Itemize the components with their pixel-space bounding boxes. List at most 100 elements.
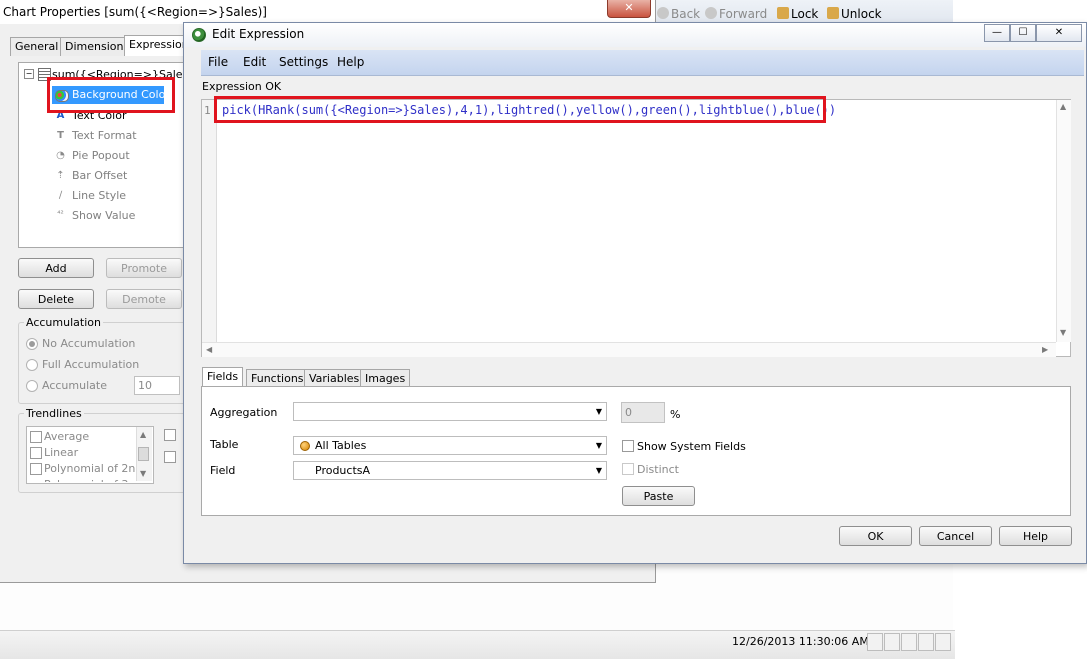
maximize-button[interactable]: ☐ bbox=[1010, 24, 1036, 42]
status-cell bbox=[901, 633, 917, 651]
radio-accumulate[interactable] bbox=[26, 380, 38, 392]
tree-item-text-format[interactable]: Text Format bbox=[72, 129, 137, 142]
menu-settings[interactable]: Settings bbox=[279, 55, 328, 69]
status-datetime: 12/26/2013 11:30:06 AM bbox=[732, 635, 869, 648]
tab-images[interactable]: Images bbox=[360, 369, 411, 387]
scroll-down-icon[interactable]: ▼ bbox=[1060, 328, 1066, 337]
scroll-left-icon[interactable]: ◀ bbox=[206, 345, 212, 354]
paste-button[interactable]: Paste bbox=[622, 486, 695, 506]
chevron-down-icon: ▼ bbox=[595, 441, 602, 450]
lock-button[interactable]: Lock bbox=[777, 7, 818, 21]
back-icon bbox=[657, 7, 669, 19]
scroll-up-icon[interactable]: ▲ bbox=[140, 430, 146, 439]
status-cell bbox=[884, 633, 900, 651]
line-style-icon: ∕ bbox=[58, 190, 63, 201]
editor-gutter bbox=[202, 100, 217, 342]
no-accumulation-label: No Accumulation bbox=[42, 337, 136, 350]
accumulate-steps-input[interactable]: 10 bbox=[134, 376, 180, 395]
unlock-icon bbox=[827, 7, 839, 19]
editor-horizontal-scrollbar[interactable] bbox=[202, 342, 1056, 357]
radio-full-accumulation[interactable] bbox=[26, 359, 38, 371]
checkbox[interactable] bbox=[164, 451, 176, 463]
qlikview-icon bbox=[192, 28, 206, 42]
accumulate-label: Accumulate bbox=[42, 379, 107, 392]
unlock-button[interactable]: Unlock bbox=[827, 7, 882, 21]
percent-input[interactable]: 0 bbox=[621, 402, 665, 423]
percent-sign: % bbox=[670, 408, 681, 421]
expression-status: Expression OK bbox=[202, 80, 282, 93]
lock-icon bbox=[777, 7, 789, 19]
show-system-fields-checkbox[interactable] bbox=[622, 440, 634, 452]
accumulation-label: Accumulation bbox=[24, 316, 103, 329]
trendlines-label: Trendlines bbox=[24, 407, 84, 420]
minimize-button[interactable]: — bbox=[984, 24, 1010, 42]
chart-properties-close-button[interactable]: ✕ bbox=[607, 0, 651, 18]
chart-properties-title: Chart Properties [sum({<Region=>}Sales)] bbox=[0, 0, 655, 24]
trend-poly2-label: Polynomial of 2nd d bbox=[44, 462, 136, 475]
line-number: 1 bbox=[204, 104, 211, 117]
distinct-checkbox[interactable] bbox=[622, 463, 634, 475]
tab-variables[interactable]: Variables bbox=[304, 369, 365, 387]
field-label: Field bbox=[210, 464, 236, 477]
add-button[interactable]: Add bbox=[18, 258, 94, 278]
edit-expression-titlebar bbox=[184, 23, 1086, 47]
full-accumulation-label: Full Accumulation bbox=[42, 358, 140, 371]
status-cell bbox=[935, 633, 951, 651]
trendlines-scroll-thumb[interactable] bbox=[138, 447, 149, 461]
table-select[interactable]: All Tables ▼ bbox=[293, 436, 607, 455]
demote-button[interactable]: Demote bbox=[106, 289, 182, 309]
trend-average-checkbox[interactable] bbox=[30, 431, 42, 443]
help-button[interactable]: Help bbox=[999, 526, 1072, 546]
tree-item-show-value[interactable]: Show Value bbox=[72, 209, 135, 222]
show-value-icon: ⁴² bbox=[57, 209, 64, 218]
field-select[interactable]: ProductsA ▼ bbox=[293, 461, 607, 480]
ok-button[interactable]: OK bbox=[839, 526, 912, 546]
cancel-button[interactable]: Cancel bbox=[919, 526, 992, 546]
close-button[interactable]: ✕ bbox=[1036, 24, 1082, 42]
delete-button[interactable]: Delete bbox=[18, 289, 94, 309]
menu-help[interactable]: Help bbox=[337, 55, 364, 69]
table-label: Table bbox=[210, 438, 239, 451]
status-cell bbox=[918, 633, 934, 651]
tree-highlight-box bbox=[47, 77, 175, 113]
trend-linear-label: Linear bbox=[44, 446, 79, 459]
aggregation-label: Aggregation bbox=[210, 406, 278, 419]
expression-highlight-box bbox=[214, 96, 826, 123]
aggregation-select[interactable]: ▼ bbox=[293, 402, 607, 421]
pie-icon: ◔ bbox=[56, 150, 65, 161]
table-value: All Tables bbox=[315, 439, 367, 452]
tree-item-bar-offset[interactable]: Bar Offset bbox=[72, 169, 127, 182]
menu-file[interactable]: File bbox=[208, 55, 228, 69]
back-button[interactable]: Back bbox=[657, 7, 700, 21]
trend-average-label: Average bbox=[44, 430, 90, 443]
expression-editor[interactable] bbox=[201, 99, 1071, 357]
distinct-label: Distinct bbox=[637, 463, 679, 476]
table-status-icon bbox=[300, 441, 310, 451]
radio-no-accumulation[interactable] bbox=[26, 338, 38, 350]
tree-item-pie-popout[interactable]: Pie Popout bbox=[72, 149, 130, 162]
field-value: ProductsA bbox=[315, 464, 371, 477]
promote-button[interactable]: Promote bbox=[106, 258, 182, 278]
bar-offset-icon: ⇡ bbox=[56, 170, 65, 181]
trend-linear-checkbox[interactable] bbox=[30, 447, 42, 459]
forward-icon bbox=[705, 7, 717, 19]
tab-fields[interactable]: Fields bbox=[202, 367, 244, 388]
tab-general[interactable]: General bbox=[10, 37, 64, 56]
scroll-down-icon[interactable]: ▼ bbox=[140, 469, 146, 478]
tree-item-line-style[interactable]: Line Style bbox=[72, 189, 126, 202]
edit-expression-title: Edit Expression bbox=[212, 27, 305, 41]
menu-edit[interactable]: Edit bbox=[243, 55, 266, 69]
chevron-down-icon: ▼ bbox=[595, 407, 602, 416]
trend-poly3-label: Polynomial of 3rd d bbox=[44, 478, 136, 482]
status-cell bbox=[867, 633, 883, 651]
editor-vertical-scrollbar[interactable] bbox=[1056, 100, 1071, 342]
forward-button[interactable]: Forward bbox=[705, 7, 767, 21]
checkbox[interactable] bbox=[164, 429, 176, 441]
text-format-icon: T bbox=[57, 130, 64, 141]
tab-functions[interactable]: Functions bbox=[246, 369, 309, 387]
tab-expressions[interactable]: Expressions bbox=[124, 35, 191, 56]
scroll-right-icon[interactable]: ▶ bbox=[1042, 345, 1048, 354]
scroll-up-icon[interactable]: ▲ bbox=[1060, 102, 1066, 111]
tree-collapse-icon[interactable]: − bbox=[24, 69, 34, 79]
trend-poly2-checkbox[interactable] bbox=[30, 463, 42, 475]
